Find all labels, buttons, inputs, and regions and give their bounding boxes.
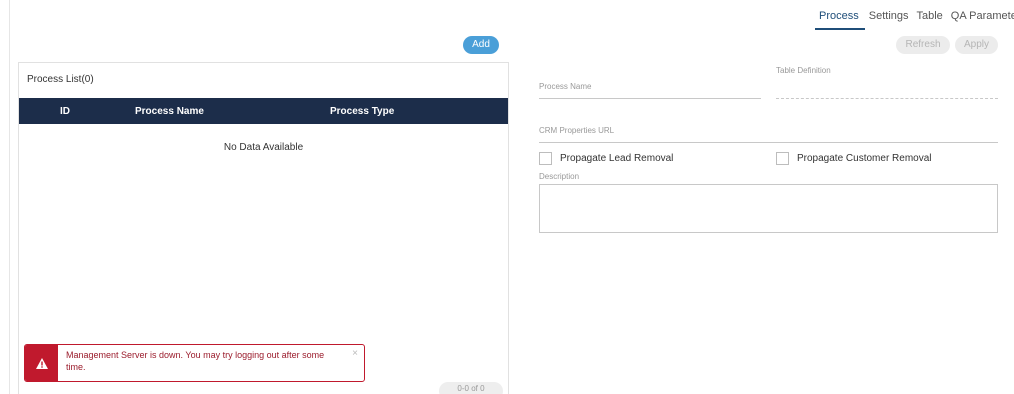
table-definition-label: Table Definition [776,66,831,75]
description-textarea[interactable] [539,184,998,233]
process-page: Process Settings Table QA Parameters Add… [0,0,1014,394]
propagate-customer-label: Propagate Customer Removal [797,153,932,164]
column-header-process-type[interactable]: Process Type [330,106,394,117]
table-header: ID Process Name Process Type [19,98,508,124]
crm-url-label: CRM Properties URL [539,126,615,135]
tab-table[interactable]: Table [913,10,947,30]
tab-process[interactable]: Process [815,10,865,30]
column-header-process-name[interactable]: Process Name [135,106,204,117]
empty-state-text: No Data Available [223,142,304,153]
warning-icon [35,357,48,369]
toast-icon-box [25,345,58,381]
add-button[interactable]: Add [463,36,499,54]
propagate-lead-removal[interactable]: Propagate Lead Removal [539,152,673,165]
refresh-button[interactable]: Refresh [896,36,950,54]
table-definition-field[interactable] [776,98,998,99]
propagate-customer-checkbox[interactable] [776,152,789,165]
propagate-lead-checkbox[interactable] [539,152,552,165]
column-header-id[interactable]: ID [60,106,70,117]
process-name-label: Process Name [539,82,592,91]
tab-settings[interactable]: Settings [865,10,913,30]
propagate-customer-removal[interactable]: Propagate Customer Removal [776,152,932,165]
crm-url-field[interactable] [539,142,998,143]
pagination[interactable]: 0-0 of 0 [439,382,503,394]
error-toast: Management Server is down. You may try l… [24,344,365,382]
propagate-lead-label: Propagate Lead Removal [560,153,674,164]
tab-bar: Process Settings Table QA Parameters [815,10,1014,30]
apply-button[interactable]: Apply [955,36,998,54]
tab-qa-parameters[interactable]: QA Parameters [947,10,1014,30]
description-label: Description [539,172,580,181]
left-divider [9,0,10,394]
process-name-field[interactable] [539,98,761,99]
toast-message: Management Server is down. You may try l… [66,350,325,372]
process-list-title: Process List(0) [27,74,94,85]
close-icon[interactable]: × [352,348,358,359]
